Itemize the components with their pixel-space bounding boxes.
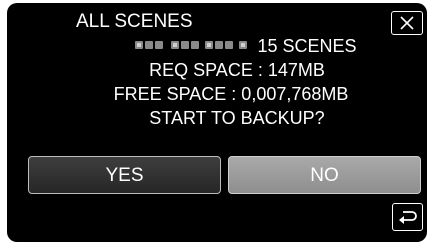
back-button[interactable] [392,203,423,231]
no-button[interactable]: NO [228,156,421,194]
yes-button[interactable]: YES [28,156,221,194]
req-space-text: REQ SPACE : 147MB [149,60,325,80]
return-arrow-icon [398,211,417,224]
scenes-count: 15 SCENES [257,36,357,56]
date-icon [135,41,248,50]
dialog-title: ALL SCENES [76,11,193,32]
close-button[interactable] [391,11,423,35]
scenes-line: 15 SCENES [7,35,427,57]
backup-confirm-screen: ALL SCENES 15 SCENES REQ SPACE: 147MB F… [7,3,427,242]
close-icon [400,16,414,30]
backup-prompt: START TO BACKUP? [149,108,325,128]
free-space-text: FREE SPACE : 0,007,768MB [113,84,349,104]
